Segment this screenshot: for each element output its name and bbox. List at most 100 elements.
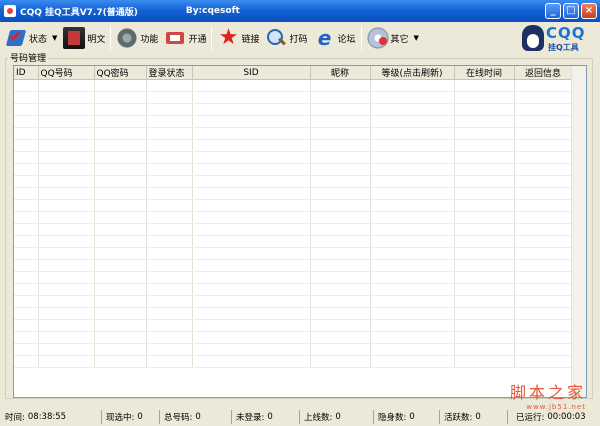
table-row[interactable] xyxy=(14,199,573,212)
table-cell xyxy=(454,103,515,116)
table-cell xyxy=(514,319,573,332)
table-cell xyxy=(146,211,193,224)
table-cell xyxy=(192,127,311,140)
table-row[interactable] xyxy=(14,103,573,116)
table-row[interactable] xyxy=(14,139,573,152)
table-cell xyxy=(514,343,573,356)
toolbar-forum-label: 论坛 xyxy=(337,34,356,45)
table-cell xyxy=(146,163,193,176)
table-row[interactable] xyxy=(14,163,573,176)
table-cell xyxy=(514,355,573,368)
chevron-down-icon[interactable]: ▼ xyxy=(52,34,57,42)
table-cell xyxy=(146,331,193,344)
col-sid[interactable]: SID xyxy=(192,66,311,80)
status-notlogged-value: 0 xyxy=(267,412,273,422)
table-cell xyxy=(514,127,573,140)
table-row[interactable] xyxy=(14,235,573,248)
table-cell xyxy=(192,115,311,128)
table-cell xyxy=(94,223,147,236)
table-row[interactable] xyxy=(14,319,573,332)
col-login-status[interactable]: 登录状态 xyxy=(146,66,193,80)
table-row[interactable] xyxy=(14,295,573,308)
table-cell xyxy=(454,235,515,248)
table-cell xyxy=(94,187,147,200)
table-cell xyxy=(94,319,147,332)
table-cell xyxy=(146,175,193,188)
table-cell xyxy=(370,163,455,176)
table-cell xyxy=(14,103,39,116)
toolbar-forum-button[interactable]: 论坛 xyxy=(310,24,358,52)
table-cell xyxy=(192,247,311,260)
account-table[interactable]: ID QQ号码 QQ密码 登录状态 SID 昵称 等级(点击刷新) 在线时间 返… xyxy=(13,65,587,398)
col-return-info[interactable]: 返回信息 xyxy=(514,66,573,80)
col-qq-number[interactable]: QQ号码 xyxy=(38,66,95,80)
close-button[interactable]: × xyxy=(581,3,597,19)
table-row[interactable] xyxy=(14,187,573,200)
toolbar-plaintext-button[interactable]: 明文 xyxy=(60,24,108,52)
table-cell xyxy=(454,199,515,212)
table-cell xyxy=(14,271,39,284)
table-cell xyxy=(370,223,455,236)
table-row[interactable] xyxy=(14,355,573,368)
table-cell xyxy=(370,319,455,332)
table-cell xyxy=(310,115,371,128)
table-row[interactable] xyxy=(14,211,573,224)
title-bar[interactable]: CQQ 挂Q工具V7.7(普通版) By:cqesoft _ □ × xyxy=(0,0,600,22)
toolbar-other-button[interactable]: 其它 ▼ xyxy=(364,24,422,52)
col-qq-password[interactable]: QQ密码 xyxy=(94,66,147,80)
col-nickname[interactable]: 昵称 xyxy=(310,66,371,80)
toolbar-function-button[interactable]: 功能 xyxy=(113,24,161,52)
table-cell xyxy=(454,355,515,368)
chevron-down-icon[interactable]: ▼ xyxy=(414,34,419,42)
table-cell xyxy=(94,151,147,164)
table-cell xyxy=(94,211,147,224)
table-row[interactable] xyxy=(14,151,573,164)
vertical-scrollbar[interactable] xyxy=(571,66,586,397)
table-row[interactable] xyxy=(14,175,573,188)
status-runtime-label: 已运行: xyxy=(516,413,545,423)
table-cell xyxy=(514,163,573,176)
table-cell xyxy=(454,319,515,332)
table-row[interactable] xyxy=(14,79,573,92)
table-cell xyxy=(454,223,515,236)
toolbar-status-button[interactable]: 状态 ▼ xyxy=(2,24,60,52)
table-row[interactable] xyxy=(14,115,573,128)
table-row[interactable] xyxy=(14,247,573,260)
toolbar-open-button[interactable]: 开通 xyxy=(161,24,209,52)
table-row[interactable] xyxy=(14,307,573,320)
table-cell xyxy=(454,211,515,224)
table-cell xyxy=(514,307,573,320)
table-cell xyxy=(370,115,455,128)
table-cell xyxy=(94,247,147,260)
table-row[interactable] xyxy=(14,283,573,296)
table-cell xyxy=(38,343,95,356)
table-cell xyxy=(192,307,311,320)
toolbar-other-label: 其它 xyxy=(390,34,409,45)
col-level[interactable]: 等级(点击刷新) xyxy=(370,66,455,80)
table-cell xyxy=(14,259,39,272)
table-row[interactable] xyxy=(14,259,573,272)
table-row[interactable] xyxy=(14,343,573,356)
table-body xyxy=(14,79,573,368)
table-row[interactable] xyxy=(14,271,573,284)
minimize-button[interactable]: _ xyxy=(545,3,561,19)
table-row[interactable] xyxy=(14,91,573,104)
table-row[interactable] xyxy=(14,127,573,140)
table-cell xyxy=(370,151,455,164)
table-cell xyxy=(14,199,39,212)
toolbar-separator xyxy=(211,26,213,50)
table-row[interactable] xyxy=(14,331,573,344)
maximize-button[interactable]: □ xyxy=(563,3,579,19)
toolbar-captcha-button[interactable]: 打码 xyxy=(262,24,310,52)
table-cell xyxy=(514,199,573,212)
status-runtime: 已运行: 00:00:03 xyxy=(516,410,590,424)
col-id[interactable]: ID xyxy=(14,66,39,80)
toolbar-link-button[interactable]: 链接 xyxy=(214,24,262,52)
table-cell xyxy=(192,355,311,368)
status-icon xyxy=(5,27,27,49)
col-online-time[interactable]: 在线时间 xyxy=(454,66,515,80)
plaintext-icon xyxy=(63,27,86,49)
table-cell xyxy=(192,151,311,164)
table-cell xyxy=(192,139,311,152)
table-row[interactable] xyxy=(14,223,573,236)
